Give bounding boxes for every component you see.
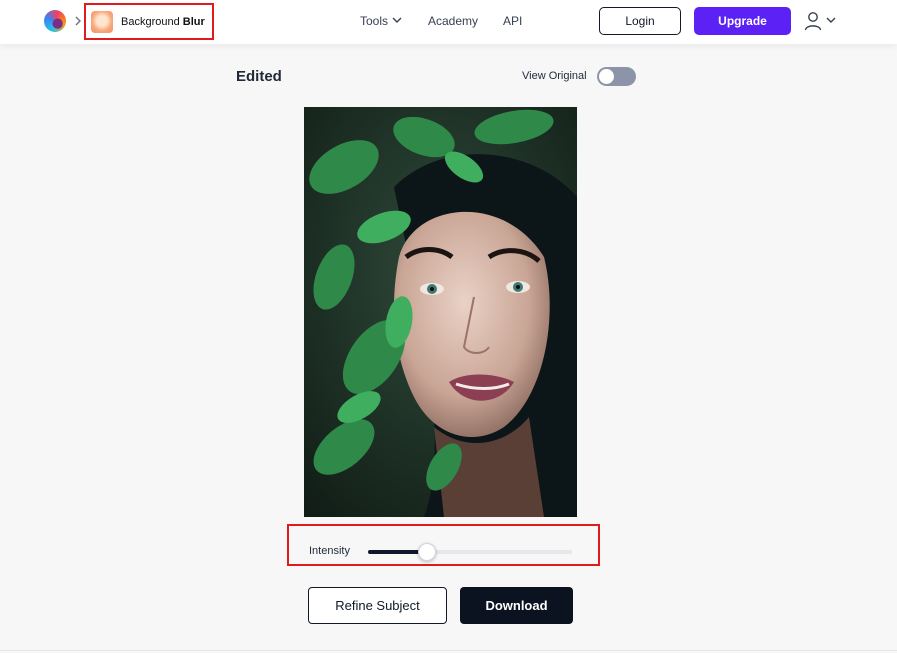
background-blur-icon bbox=[91, 11, 113, 33]
download-button[interactable]: Download bbox=[460, 587, 573, 624]
upgrade-button[interactable]: Upgrade bbox=[694, 7, 791, 35]
chevron-down-icon[interactable] bbox=[392, 16, 402, 24]
nav-academy[interactable]: Academy bbox=[428, 14, 478, 28]
tool-name: Background Blur bbox=[121, 16, 205, 28]
user-icon[interactable] bbox=[804, 11, 822, 31]
view-original-toggle[interactable] bbox=[597, 67, 636, 86]
divider bbox=[0, 650, 897, 651]
top-navbar: Background Blur Tools Academy API Login … bbox=[0, 0, 897, 44]
refine-subject-button[interactable]: Refine Subject bbox=[308, 587, 447, 624]
brand-logo-icon[interactable] bbox=[44, 10, 66, 32]
page-title: Edited bbox=[236, 68, 282, 85]
portrait-photo-illustration bbox=[304, 107, 577, 517]
portrait-photo bbox=[304, 107, 577, 517]
chevron-down-icon[interactable] bbox=[826, 16, 836, 24]
view-original-label: View Original bbox=[522, 70, 587, 82]
current-tool-breadcrumb[interactable]: Background Blur bbox=[84, 3, 214, 40]
toggle-knob bbox=[599, 69, 614, 84]
intensity-label: Intensity bbox=[309, 545, 350, 557]
login-button[interactable]: Login bbox=[599, 7, 681, 35]
nav-api[interactable]: API bbox=[503, 14, 522, 28]
intensity-slider[interactable] bbox=[368, 543, 572, 561]
chevron-right-icon bbox=[75, 16, 81, 26]
nav-tools[interactable]: Tools bbox=[360, 14, 388, 28]
